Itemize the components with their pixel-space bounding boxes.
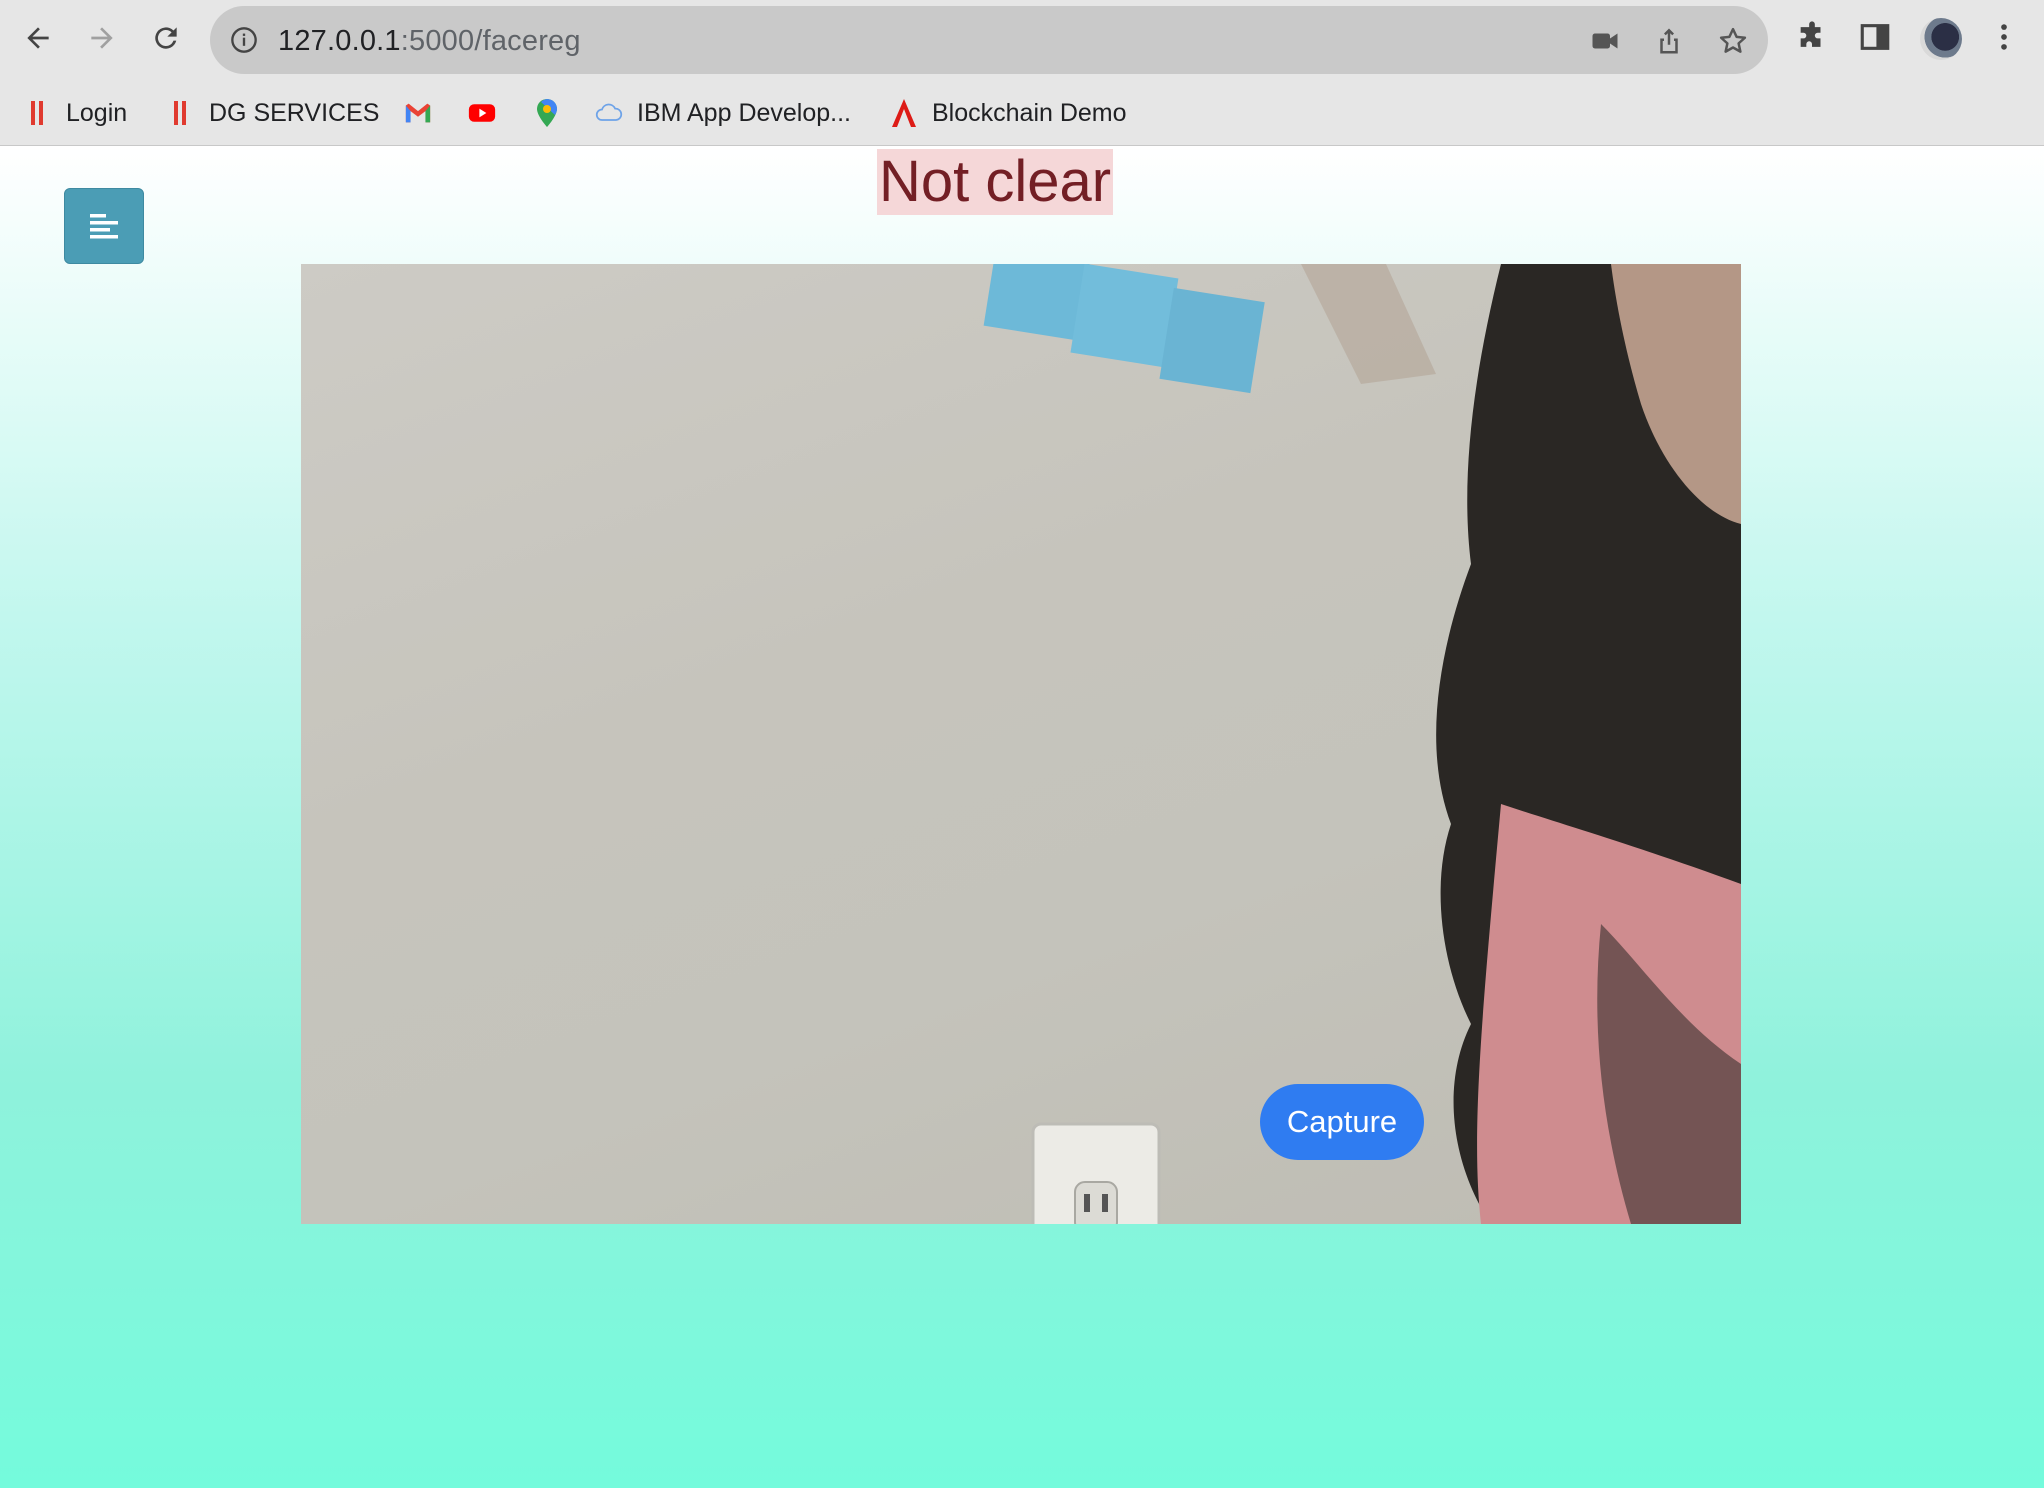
share-icon[interactable] [1654, 26, 1684, 56]
camera-icon[interactable] [1590, 26, 1620, 56]
angular-logo-icon [890, 99, 918, 127]
bookmark-blockchain-demo[interactable]: Blockchain Demo [890, 95, 1127, 131]
maps-pin-icon [533, 99, 561, 127]
extensions-puzzle-icon[interactable] [1795, 20, 1829, 54]
bookmark-login[interactable]: Login [24, 95, 127, 131]
bookmark-label: Login [66, 98, 128, 127]
bookmark-label: DG SERVICES [209, 98, 380, 127]
bookmark-label: Blockchain Demo [932, 98, 1127, 127]
arrow-left-icon [27, 27, 49, 49]
gmail-icon [404, 99, 432, 127]
more-menu-icon[interactable] [1987, 20, 2021, 54]
webcam-frame-image [983, 264, 1741, 1224]
cloud-icon [595, 99, 623, 127]
bookmark-dg-services[interactable]: DG SERVICES [167, 95, 379, 131]
profile-avatar[interactable] [1920, 18, 1962, 60]
bookmark-maps[interactable] [533, 95, 561, 131]
bookmark-youtube[interactable] [468, 95, 496, 131]
bookmark-star-icon[interactable] [1718, 26, 1748, 56]
reload-icon [155, 27, 177, 49]
bookmark-label: IBM App Develop... [637, 98, 852, 127]
webcam-video-feed: Capture [301, 264, 1741, 1224]
url-host: 127.0.0.1 [278, 25, 401, 57]
bookmarks-bar: Login DG SERVICES IBM App Develop... Blo… [0, 80, 2044, 146]
recognition-status-text: Not clear [877, 149, 1114, 215]
reload-button[interactable] [144, 16, 188, 60]
info-icon[interactable] [230, 26, 258, 54]
browser-toolbar: 127.0.0.1:5000/facereg [0, 0, 2044, 80]
bookmark-gmail[interactable] [404, 95, 432, 131]
bookmark-ibm[interactable]: IBM App Develop... [595, 95, 851, 131]
side-panel-icon[interactable] [1858, 20, 1892, 54]
page-content: Not clear Capture [0, 147, 2044, 1488]
red-bars-icon [167, 99, 195, 127]
address-bar[interactable]: 127.0.0.1:5000/facereg [210, 6, 1768, 74]
url-path: :5000/facereg [400, 25, 581, 57]
menu-toggle-button[interactable] [64, 188, 144, 264]
red-bars-icon [24, 99, 52, 127]
arrow-right-icon [91, 27, 113, 49]
forward-button[interactable] [80, 16, 124, 60]
url-text: 127.0.0.1:5000/facereg [278, 25, 581, 58]
capture-button[interactable]: Capture [1260, 1084, 1424, 1160]
align-left-menu-icon [90, 214, 118, 239]
back-button[interactable] [16, 16, 60, 60]
youtube-icon [468, 99, 496, 127]
